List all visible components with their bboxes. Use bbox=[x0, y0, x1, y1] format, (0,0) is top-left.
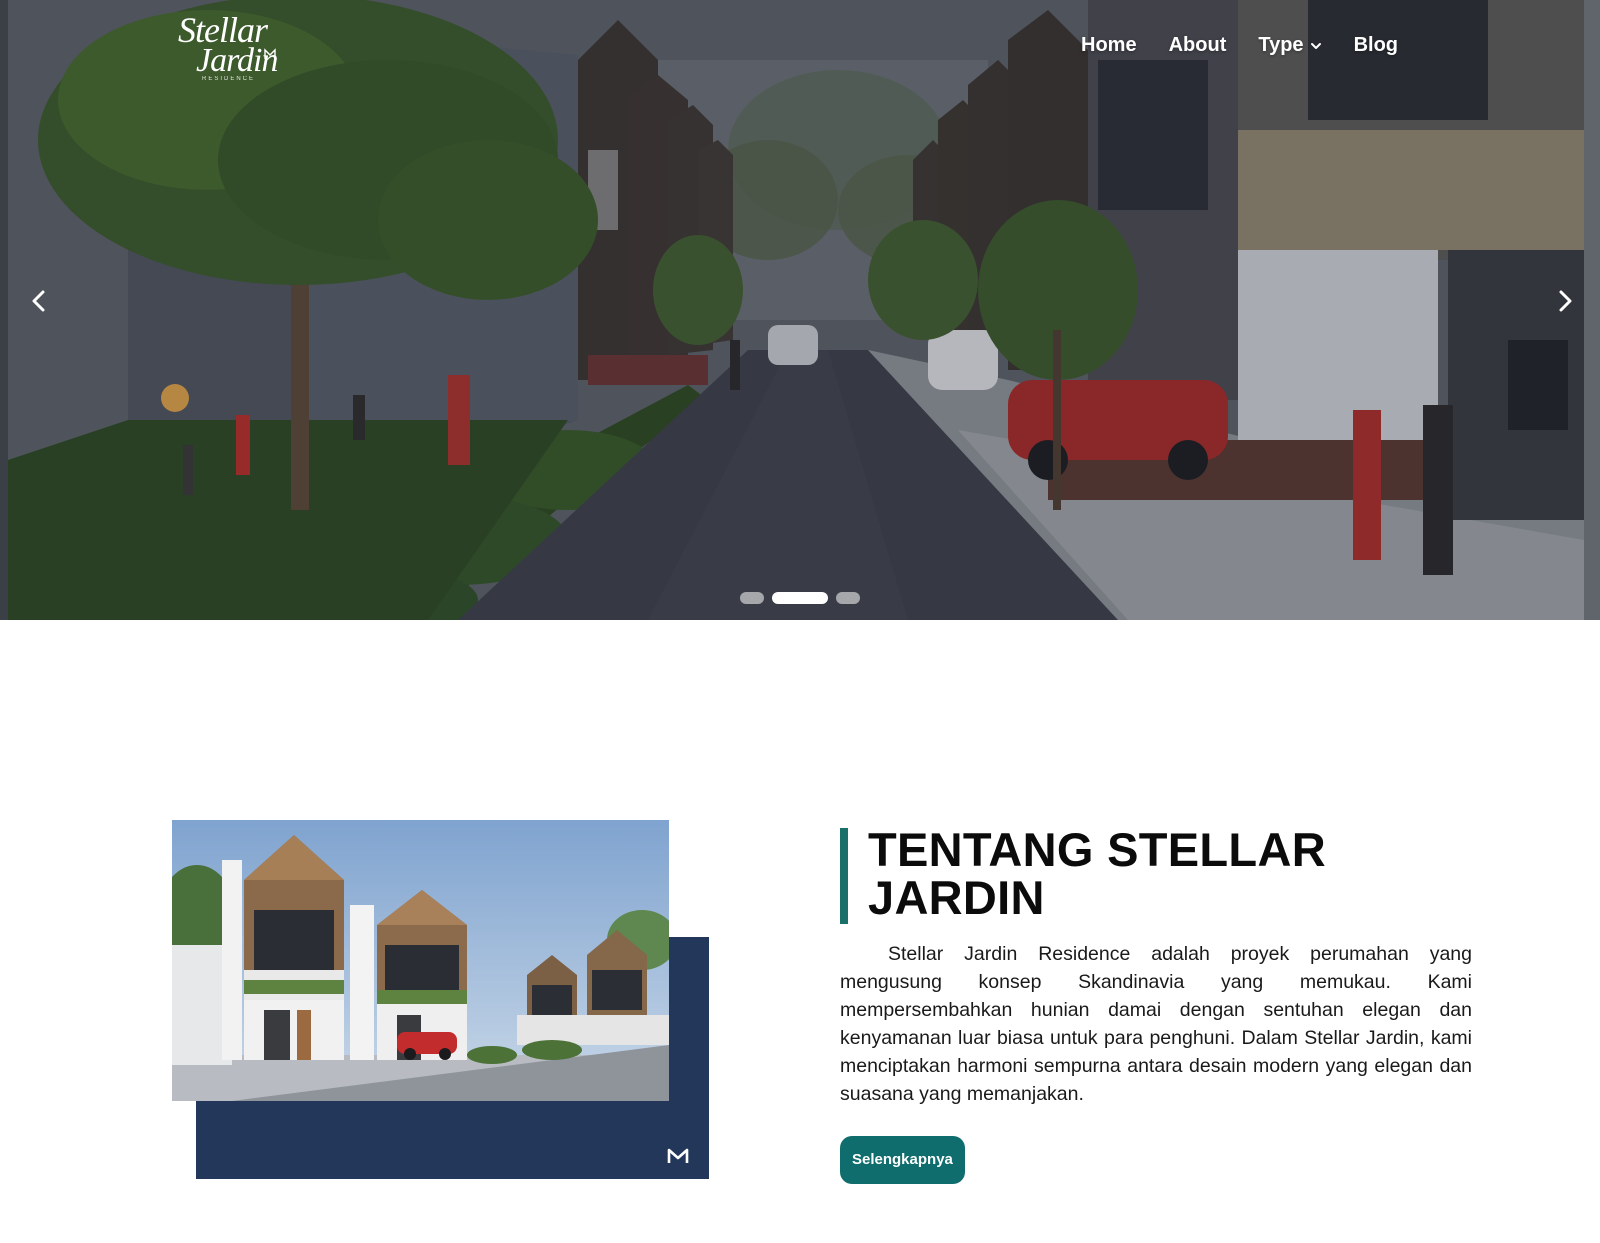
carousel-indicator-1[interactable] bbox=[740, 592, 764, 604]
site-logo[interactable]: Stellar Jardin RESIDENCE bbox=[178, 10, 288, 82]
about-description: Stellar Jardin Residence adalah proyek p… bbox=[840, 943, 1472, 1105]
chevron-right-icon bbox=[1559, 290, 1572, 312]
chevron-down-icon bbox=[1310, 42, 1321, 49]
about-title: TENTANG STELLAR JARDIN bbox=[868, 823, 1326, 924]
hero-slide bbox=[8, 0, 1584, 620]
read-more-button[interactable]: Selengkapnya bbox=[840, 1136, 965, 1184]
next-slide-sliver bbox=[1584, 0, 1600, 620]
heading-accent-bar bbox=[840, 828, 848, 924]
logo-subtitle: RESIDENCE bbox=[202, 76, 256, 82]
about-heading: TENTANG STELLAR JARDIN bbox=[840, 823, 1472, 924]
nav-type-dropdown[interactable]: Type bbox=[1242, 34, 1337, 57]
about-house-photo bbox=[172, 820, 669, 1101]
about-image-group bbox=[172, 820, 709, 1180]
carousel-indicator-3[interactable] bbox=[836, 592, 860, 604]
previous-slide-sliver bbox=[0, 0, 8, 620]
nav-about-link[interactable]: About bbox=[1153, 34, 1243, 57]
nav-blog-link[interactable]: Blog bbox=[1338, 34, 1414, 57]
nav-home-label: Home bbox=[1081, 34, 1137, 56]
about-content: TENTANG STELLAR JARDIN Stellar Jardin Re… bbox=[840, 826, 1472, 1184]
nav-home-link[interactable]: Home bbox=[1065, 34, 1153, 57]
main-navigation: Home About Type Blog bbox=[1065, 34, 1414, 57]
nav-type-label: Type bbox=[1258, 34, 1304, 56]
carousel-indicators bbox=[740, 592, 860, 604]
carousel-next-button[interactable] bbox=[1548, 284, 1582, 318]
monogram-icon bbox=[667, 1148, 689, 1163]
carousel-prev-button[interactable] bbox=[22, 284, 56, 318]
nav-about-label: About bbox=[1168, 34, 1227, 56]
about-house-image bbox=[172, 820, 669, 1101]
nav-blog-label: Blog bbox=[1353, 34, 1398, 56]
carousel-indicator-2[interactable] bbox=[772, 592, 828, 604]
logo-monogram-icon bbox=[264, 48, 276, 59]
hero-carousel: Stellar Jardin RESIDENCE Home About Type… bbox=[0, 0, 1600, 620]
hero-dim-overlay bbox=[8, 0, 1584, 620]
chevron-left-icon bbox=[32, 290, 45, 312]
